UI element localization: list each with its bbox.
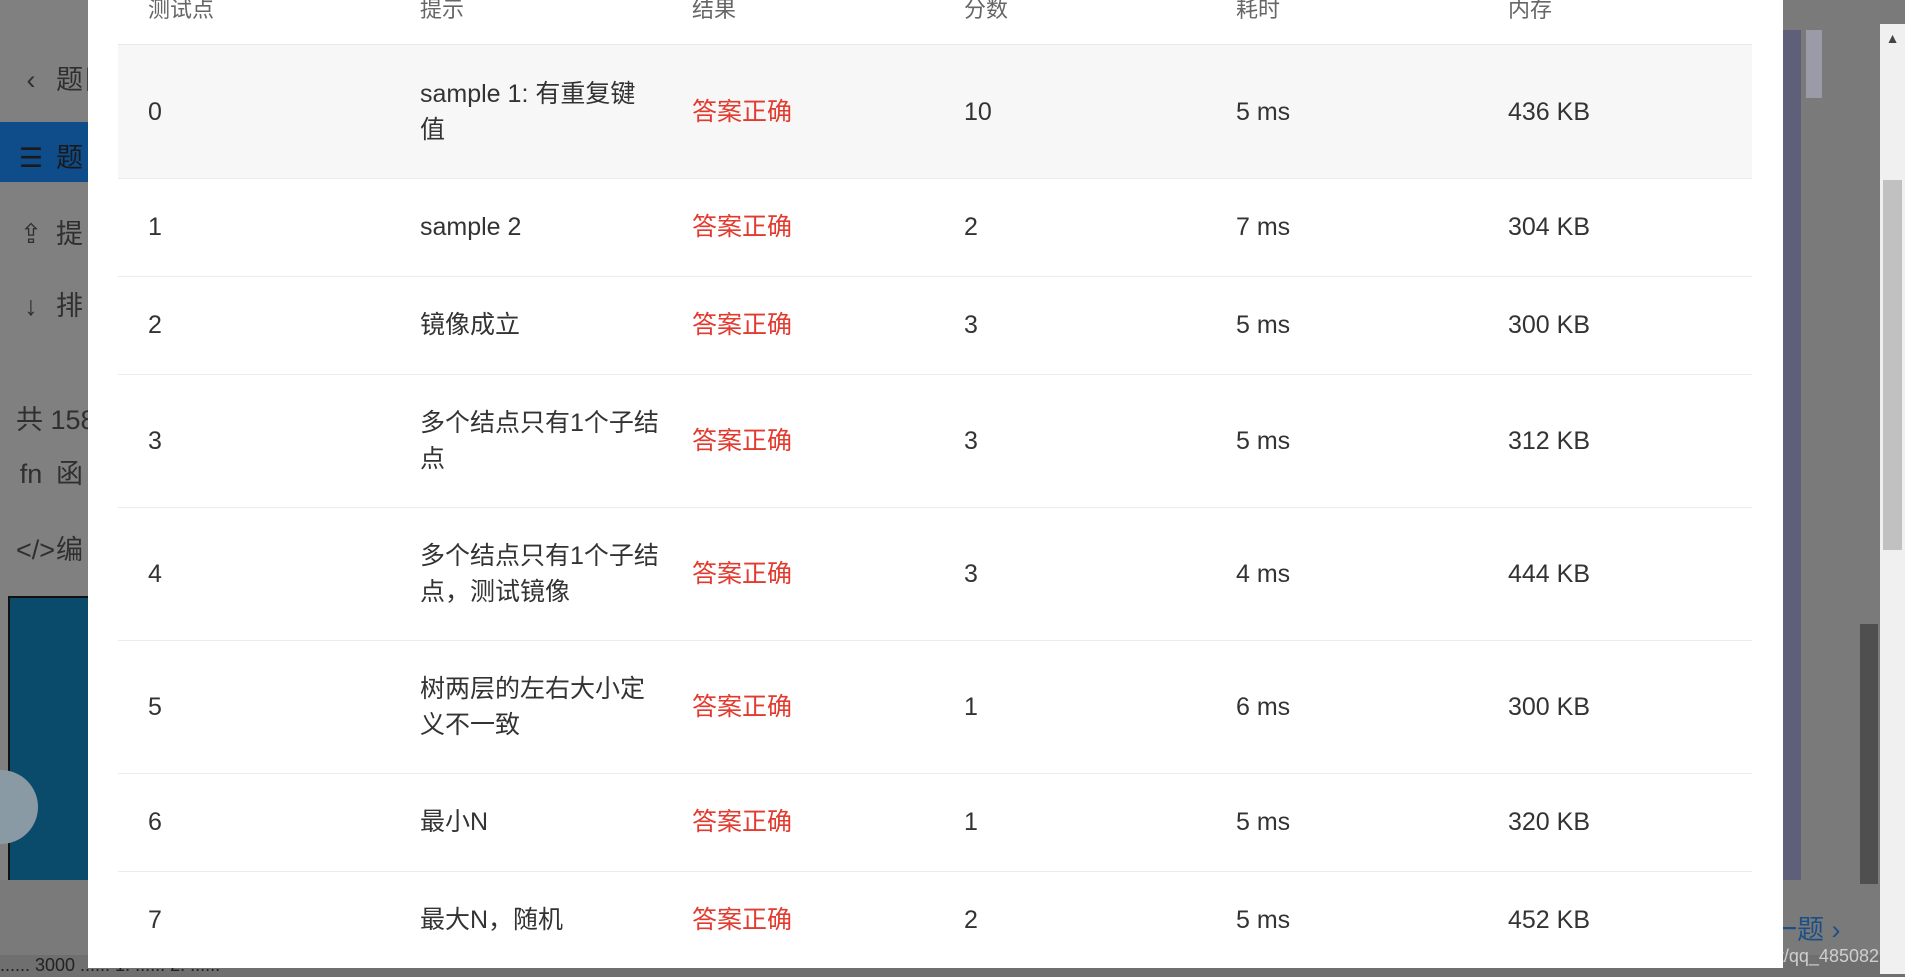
cell-score: 3 [964, 311, 978, 339]
sidebar-item-problem[interactable]: ☰ 题 [0, 122, 88, 182]
function-icon: fn [19, 459, 43, 489]
scrollbar-thumb[interactable] [1883, 180, 1902, 550]
cell-tip: sample 2 [420, 213, 522, 241]
sidebar-item-label: 提 [56, 219, 83, 249]
cell-result: 答案正确 [692, 213, 793, 241]
cell-score: 3 [964, 559, 978, 588]
cell-time: 7 ms [1236, 213, 1291, 241]
table-row: 7 最大N，随机 答案正确 2 5 ms 452 KB [118, 871, 1752, 968]
cell-score: 2 [964, 213, 978, 241]
cell-id: 0 [148, 97, 162, 126]
cell-result: 答案正确 [692, 906, 793, 934]
cell-id: 6 [148, 808, 162, 836]
cell-score: 1 [964, 808, 978, 836]
sidebar-item-ranking[interactable]: ↓ 排 [16, 284, 83, 323]
cell-result: 答案正确 [692, 426, 793, 455]
sidebar-item-label: 题 [56, 143, 83, 173]
table-row: 3 多个结点只有1个子结点 答案正确 3 5 ms 312 KB [118, 374, 1752, 508]
cell-time: 5 ms [1236, 808, 1291, 836]
header-test-point: 测试点 [148, 0, 215, 22]
test-results-modal: 测试点 提示 结果 分数 耗时 内存 0 sample 1: 有重复键值 答案正… [88, 0, 1783, 968]
cell-time: 5 ms [1236, 311, 1291, 339]
cell-memory: 452 KB [1508, 906, 1591, 934]
cell-time: 4 ms [1236, 559, 1291, 588]
cell-score: 10 [964, 97, 992, 126]
cell-score: 3 [964, 426, 978, 455]
problem-sidebar: ‹ 题目 ☰ 题 ⇪ 提 ↓ 排 共 158 fn 函 </>编 [0, 0, 110, 977]
cell-id: 4 [148, 559, 162, 588]
table-row: 2 镜像成立 答案正确 3 5 ms 300 KB [118, 276, 1752, 375]
chevron-left-icon: ‹ [26, 65, 36, 95]
sidebar-item-label: 排 [56, 291, 83, 321]
cell-tip: 最小N [420, 808, 489, 836]
upload-icon: ⇪ [19, 219, 43, 249]
cell-id: 2 [148, 311, 162, 339]
cell-memory: 300 KB [1508, 311, 1591, 339]
problem-count: 共 158 [16, 405, 96, 435]
cell-tip: sample 1: 有重复键值 [420, 79, 636, 144]
header-result: 结果 [692, 0, 737, 22]
cell-tip: 多个结点只有1个子结点，测试镜像 [420, 541, 659, 606]
function-item: fn 函 [16, 452, 83, 491]
function-label: 函 [56, 459, 83, 489]
cell-time: 6 ms [1236, 692, 1291, 721]
cell-memory: 312 KB [1508, 426, 1591, 455]
table-header-row: 测试点 提示 结果 分数 耗时 内存 [118, 0, 1752, 45]
code-icon: </> [16, 535, 56, 565]
code-label: 编 [56, 535, 83, 565]
cell-memory: 300 KB [1508, 692, 1591, 721]
secondary-scrollbar-thumb[interactable] [1860, 624, 1878, 884]
scroll-up-arrow-icon[interactable]: ▲ [1880, 24, 1905, 52]
cell-memory: 436 KB [1508, 97, 1591, 126]
inner-scrollbar-thumb[interactable] [1806, 30, 1822, 98]
sidebar-item-submit[interactable]: ⇪ 提 [16, 212, 83, 251]
code-item: </>编 [16, 528, 83, 567]
table-row: 0 sample 1: 有重复键值 答案正确 10 5 ms 436 KB [118, 45, 1752, 179]
cell-time: 5 ms [1236, 97, 1291, 126]
cell-tip: 镜像成立 [420, 311, 521, 339]
cell-result: 答案正确 [692, 97, 793, 126]
cell-memory: 320 KB [1508, 808, 1591, 836]
page-right-strip [1783, 30, 1801, 880]
cell-result: 答案正确 [692, 311, 793, 339]
cell-result: 答案正确 [692, 692, 793, 721]
table-row: 6 最小N 答案正确 1 5 ms 320 KB [118, 773, 1752, 872]
cell-memory: 444 KB [1508, 559, 1591, 588]
cell-id: 5 [148, 692, 162, 721]
table-row: 1 sample 2 答案正确 2 7 ms 304 KB [118, 178, 1752, 277]
cell-tip: 多个结点只有1个子结点 [420, 408, 659, 473]
promo-banner [8, 596, 92, 890]
cell-id: 7 [148, 906, 162, 934]
table-row: 4 多个结点只有1个子结点，测试镜像 答案正确 3 4 ms 444 KB [118, 507, 1752, 641]
header-score: 分数 [964, 0, 1009, 22]
cell-id: 3 [148, 426, 162, 455]
chevron-right-icon: › [1831, 915, 1841, 945]
sort-numeric-icon: ↓ [24, 291, 38, 321]
cell-tip: 树两层的左右大小定义不一致 [420, 674, 646, 739]
list-icon: ☰ [18, 143, 44, 173]
cell-time: 5 ms [1236, 426, 1291, 455]
cell-memory: 304 KB [1508, 213, 1591, 241]
cell-time: 5 ms [1236, 906, 1291, 934]
cell-result: 答案正确 [692, 808, 793, 836]
header-memory: 内存 [1508, 0, 1553, 22]
cell-score: 2 [964, 906, 978, 934]
header-tip: 提示 [420, 0, 465, 22]
cell-result: 答案正确 [692, 559, 793, 588]
table-row: 5 树两层的左右大小定义不一致 答案正确 1 6 ms 300 KB [118, 640, 1752, 774]
cell-score: 1 [964, 692, 978, 721]
cell-tip: 最大N，随机 [420, 906, 564, 934]
cell-id: 1 [148, 213, 162, 241]
header-time: 耗时 [1236, 0, 1281, 22]
